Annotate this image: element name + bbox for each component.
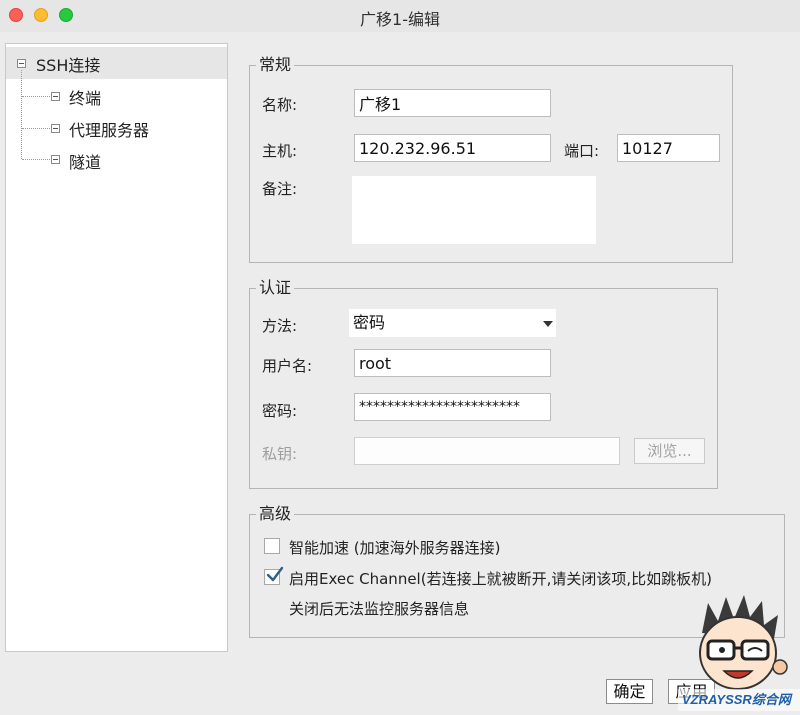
- port-label: 端口:: [564, 142, 600, 160]
- tree-item-terminal[interactable]: 终端: [69, 85, 101, 109]
- collapse-icon[interactable]: [51, 155, 60, 164]
- checkmark-icon: [266, 566, 284, 582]
- tree-connector: [22, 96, 50, 97]
- advanced-legend: 高级: [259, 504, 292, 523]
- tree-item-tunnel[interactable]: 隧道: [69, 149, 101, 173]
- tree-connector: [22, 159, 50, 160]
- exec-channel-note: 关闭后无法监控服务器信息: [289, 600, 470, 618]
- smart-accel-checkbox[interactable]: [264, 538, 280, 554]
- method-select[interactable]: 密码: [349, 309, 556, 337]
- tree-item-ssh[interactable]: SSH连接: [36, 52, 100, 76]
- host-input[interactable]: [354, 134, 551, 162]
- watermark-text: VZRAYSSR综合网: [682, 692, 791, 707]
- title-bar: 广移1-编辑: [0, 0, 800, 32]
- exec-channel-label[interactable]: 启用Exec Channel(若连接上就被断开,请关闭该项,比如跳板机): [289, 568, 712, 589]
- settings-tree: SSH连接 终端 代理服务器 隧道: [5, 43, 228, 652]
- watermark-mascot: VZRAYSSR综合网: [678, 593, 800, 711]
- port-input[interactable]: [617, 134, 720, 162]
- username-input[interactable]: [354, 349, 551, 377]
- exec-channel-checkbox[interactable]: [264, 566, 284, 585]
- collapse-icon[interactable]: [17, 59, 26, 68]
- collapse-icon[interactable]: [51, 92, 60, 101]
- name-input[interactable]: [354, 89, 551, 117]
- notes-label: 备注:: [262, 180, 298, 198]
- method-label: 方法:: [262, 317, 298, 335]
- dropdown-arrow-icon: [543, 321, 553, 327]
- tree-connector: [21, 70, 22, 159]
- name-label: 名称:: [262, 96, 298, 114]
- tree-item-proxy[interactable]: 代理服务器: [69, 117, 149, 141]
- username-label: 用户名:: [262, 357, 313, 375]
- ok-button[interactable]: 确定: [606, 679, 653, 704]
- window-title: 广移1-编辑: [360, 10, 440, 29]
- host-label: 主机:: [262, 142, 298, 160]
- private-key-input[interactable]: [354, 437, 620, 465]
- general-legend: 常规: [259, 55, 292, 74]
- notes-textarea[interactable]: [352, 176, 596, 244]
- smart-accel-label[interactable]: 智能加速 (加速海外服务器连接): [289, 537, 500, 558]
- private-key-label: 私钥:: [262, 445, 298, 463]
- password-input[interactable]: ***********************: [354, 393, 551, 421]
- tree-connector: [22, 128, 50, 129]
- auth-legend: 认证: [259, 278, 292, 297]
- password-label: 密码:: [262, 402, 298, 420]
- method-value: 密码: [353, 313, 386, 332]
- collapse-icon[interactable]: [51, 124, 60, 133]
- browse-button[interactable]: 浏览...: [634, 438, 705, 464]
